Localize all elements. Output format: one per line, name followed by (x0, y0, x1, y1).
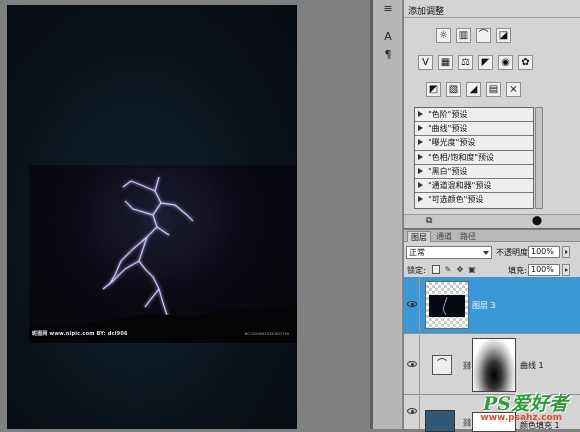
expand-arrow-icon[interactable] (418, 125, 423, 132)
lightning-photo: 昵图网 www.nipic.com BY: dcl906 NO.20040615… (29, 165, 297, 343)
visibility-toggle[interactable] (404, 335, 420, 394)
black-white-icon[interactable]: ◤ (478, 55, 493, 70)
levels-icon[interactable]: ▥ (456, 28, 471, 43)
clip-to-layer-icon[interactable]: ⧉ (426, 216, 432, 226)
lightning-bolt-graphic (29, 176, 297, 343)
mask-link-icon[interactable]: ⛓ (462, 361, 472, 370)
invert-icon[interactable]: ◩ (426, 82, 441, 97)
preset-item-selective-color[interactable]: "可选颜色"预设 (415, 193, 533, 208)
layer-thumbnail (425, 281, 469, 329)
visibility-toggle[interactable] (404, 396, 420, 429)
expand-arrow-icon[interactable] (418, 196, 423, 203)
blend-mode-select[interactable]: 正常 (406, 246, 492, 259)
exposure-icon[interactable]: ◪ (496, 28, 511, 43)
layers-tabs: 图层 通道 路径 (404, 230, 580, 242)
layer-row-layer-3[interactable]: 图层 3 (404, 277, 580, 334)
threshold-icon[interactable]: ◢ (466, 82, 481, 97)
channel-mixer-icon[interactable]: ✿ (518, 55, 533, 70)
curves-icon[interactable]: ⌒ (476, 28, 491, 43)
thumbnail-image (429, 295, 465, 317)
brightness-contrast-icon[interactable]: ☼ (436, 28, 451, 43)
selective-color-icon[interactable]: ⨯ (506, 82, 521, 97)
show-preview-icon[interactable]: ⬤ (532, 216, 542, 226)
history-icon[interactable]: ≡ (381, 2, 395, 16)
expand-arrow-icon[interactable] (418, 167, 423, 174)
layer-row-curves-1[interactable]: ⌒ ⛓ 曲线 1 (404, 335, 580, 395)
posterize-icon[interactable]: ▧ (446, 82, 461, 97)
site-watermark: PS爱好者 www.psahz.com (436, 387, 576, 427)
lock-fill-row: 锁定: ✎ ✥ ▣ 填充: 100% (404, 263, 580, 277)
preset-item-channel-mixer[interactable]: "通道混和器"预设 (415, 178, 533, 194)
preset-list: "色阶"预设 "曲线"预设 "曝光度"预设 "色相/饱和度"预设 "黑白"预设 … (414, 107, 534, 209)
visibility-toggle[interactable] (404, 277, 420, 333)
watermark-left: 昵图网 www.nipic.com BY: dcl906 (32, 331, 128, 337)
lock-position-icon[interactable]: ✥ (456, 265, 464, 274)
character-icon[interactable]: A (381, 30, 395, 44)
fill-slider-button[interactable] (562, 264, 570, 276)
opacity-slider-button[interactable] (562, 246, 570, 258)
opacity-label: 不透明度: (496, 248, 531, 257)
tab-paths[interactable]: 路径 (457, 231, 479, 242)
eye-icon[interactable] (407, 301, 417, 307)
lock-all-icon[interactable]: ▣ (468, 265, 476, 274)
lightning-thumb-icon (442, 296, 448, 316)
site-url: www.psahz.com (480, 413, 562, 423)
lock-transparent-icon[interactable] (432, 265, 440, 274)
preset-item-black-white[interactable]: "黑白"预设 (415, 164, 533, 179)
color-balance-icon[interactable]: ⚖ (458, 55, 473, 70)
chevron-down-icon (483, 251, 489, 255)
preset-item-levels[interactable]: "色阶"预设 (415, 108, 533, 123)
fill-input[interactable]: 100% (528, 264, 560, 276)
preset-item-exposure[interactable]: "曝光度"预设 (415, 136, 533, 151)
layer-name[interactable]: 曲线 1 (520, 360, 544, 371)
watermark-right: NO.20040615250623750 (244, 332, 289, 336)
eye-icon[interactable] (407, 408, 417, 414)
expand-arrow-icon[interactable] (418, 111, 423, 117)
adjustments-panel: 添加调整 ☼ ▥ ⌒ ◪ V ▦ ⚖ ◤ ◉ ✿ ◩ ▧ ◢ ▤ ⨯ "色阶"预… (404, 0, 580, 229)
hue-saturation-icon[interactable]: ▦ (438, 55, 453, 70)
paragraph-icon[interactable]: ¶ (381, 48, 395, 62)
panel-dock-strip: ≡ A ¶ (373, 0, 403, 429)
tab-channels[interactable]: 通道 (433, 231, 455, 242)
opacity-input[interactable]: 100% (528, 246, 560, 258)
tab-layers[interactable]: 图层 (407, 231, 431, 242)
photo-filter-icon[interactable]: ◉ (498, 55, 513, 70)
preset-item-hue-saturation[interactable]: "色相/饱和度"预设 (415, 150, 533, 165)
adjustments-title: 添加调整 (408, 7, 445, 17)
preset-scrollbar[interactable] (535, 107, 543, 209)
gradient-map-icon[interactable]: ▤ (486, 82, 501, 97)
lock-paint-icon[interactable]: ✎ (444, 265, 452, 274)
fill-label: 填充: (508, 266, 527, 275)
eye-icon[interactable] (407, 361, 417, 367)
curves-adjustment-icon: ⌒ (432, 355, 452, 375)
lock-label: 锁定: (407, 266, 426, 275)
expand-arrow-icon[interactable] (418, 153, 423, 160)
adjustments-footer: ⧉ ⬤ (404, 214, 580, 228)
blend-opacity-row: 正常 不透明度: 100% (404, 245, 580, 261)
vibrance-icon[interactable]: V (418, 55, 433, 70)
site-logo-text: PS爱好者 (482, 393, 568, 415)
divider (404, 17, 580, 18)
layer-name[interactable]: 图层 3 (472, 300, 496, 311)
layer-mask-thumbnail[interactable] (472, 338, 516, 392)
expand-arrow-icon[interactable] (418, 181, 423, 188)
document-canvas[interactable]: 昵图网 www.nipic.com BY: dcl906 NO.20040615… (7, 5, 297, 429)
preset-item-curves[interactable]: "曲线"预设 (415, 122, 533, 137)
canvas-area[interactable]: 昵图网 www.nipic.com BY: dcl906 NO.20040615… (0, 0, 370, 429)
expand-arrow-icon[interactable] (418, 139, 423, 146)
